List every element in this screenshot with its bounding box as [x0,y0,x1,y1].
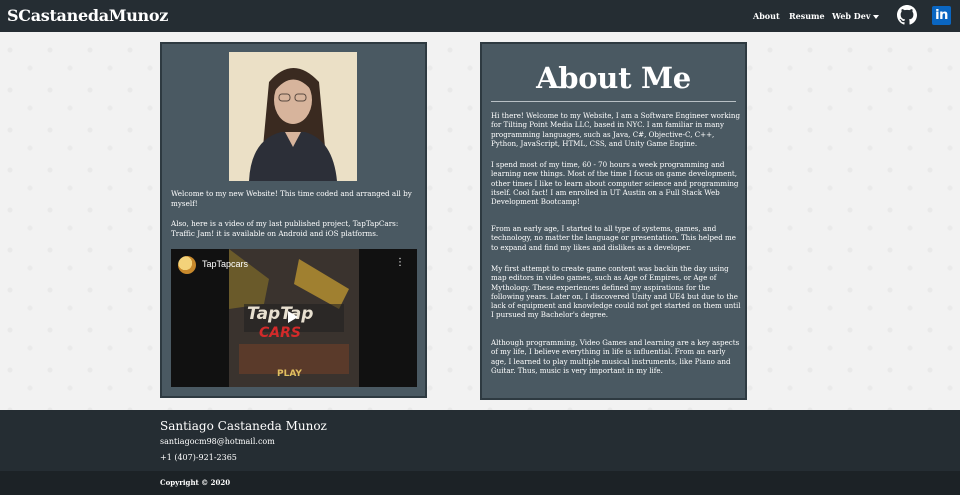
profile-photo [229,52,357,181]
intro-panel: Welcome to my new Website! This time cod… [160,42,427,398]
nav-link-webdev[interactable]: Web Dev [832,11,870,21]
copyright-text: Copyright © 2020 [160,478,231,487]
video-play-label: PLAY [277,369,302,379]
video-title[interactable]: TapTapcars [202,259,248,269]
about-paragraph: Hi there! Welcome to my Website, I am a … [491,111,740,148]
github-icon[interactable] [897,5,917,25]
video-logo-line1: TapTap [247,304,313,324]
more-options-icon[interactable]: ⋮ [395,258,405,268]
about-paragraph: I spend most of my time, 60 - 70 hours a… [491,160,739,207]
channel-avatar[interactable] [178,256,196,274]
navbar: SCastanedaMunoz About Resume Web Dev in [0,0,960,32]
about-panel: About Me Hi there! Welcome to my Website… [480,42,747,400]
about-paragraph: My first attempt to create game content … [491,264,741,320]
title-divider [491,101,736,102]
video-player[interactable]: TapTap CARS PLAY TapTapcars ⋮ [171,249,417,387]
brand-link[interactable]: SCastanedaMunoz [7,6,168,25]
footer-name: Santiago Castaneda Munoz [160,419,327,433]
nav-link-resume[interactable]: Resume [789,11,825,21]
about-paragraph: From an early age, I started to all type… [491,224,736,252]
copyright-bar: Copyright © 2020 [0,471,960,495]
linkedin-icon[interactable]: in [932,6,951,25]
chevron-down-icon[interactable] [873,15,879,19]
video-logo-line2: CARS [259,325,301,341]
nav-link-about[interactable]: About [753,11,780,21]
footer-email[interactable]: santiagocm98@hotmail.com [160,437,275,446]
footer-phone: +1 (407)-921-2365 [160,453,237,462]
footer: Santiago Castaneda Munoz santiagocm98@ho… [0,410,960,471]
intro-text: Welcome to my new Website! This time cod… [171,189,412,208]
about-title: About Me [536,61,691,95]
about-paragraph: Although programming, Video Games and le… [491,338,740,375]
project-text: Also, here is a video of my last publish… [171,219,399,238]
play-icon[interactable] [288,311,298,323]
